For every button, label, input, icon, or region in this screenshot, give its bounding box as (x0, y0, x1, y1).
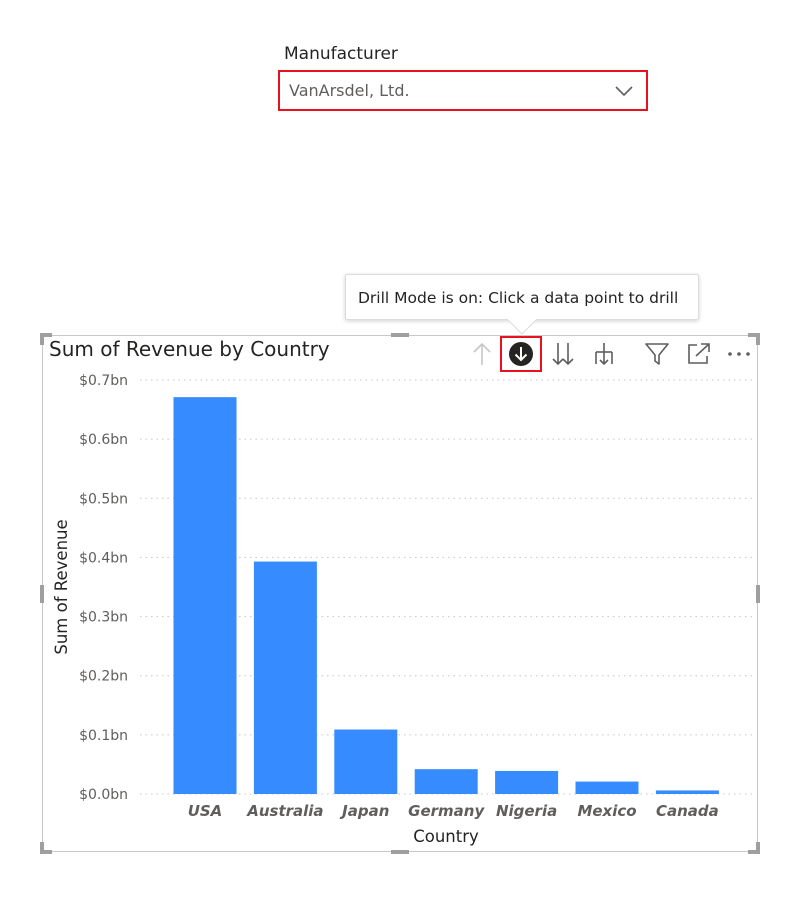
y-tick-label: $0.1bn (79, 728, 128, 744)
x-tick-label: Canada (656, 802, 719, 820)
x-axis-title: Country (413, 827, 479, 846)
x-axis-ticks: USA Australia Japan Germany Nigeria Mexico Can… (188, 802, 719, 820)
x-tick-label: Japan (339, 802, 389, 820)
y-tick-label: $0.6bn (79, 432, 128, 448)
bar-germany[interactable] (414, 769, 478, 794)
bar-usa[interactable] (173, 397, 237, 794)
x-tick-label: Australia (246, 802, 323, 820)
bar-canada[interactable] (655, 790, 719, 794)
bar-australia[interactable] (253, 561, 317, 794)
x-tick-label: USA (188, 802, 223, 820)
y-tick-label: $0.0bn (79, 787, 128, 803)
x-tick-label: Mexico (577, 802, 636, 820)
bar-japan[interactable] (334, 729, 398, 794)
y-axis-title: Sum of Revenue (52, 519, 71, 654)
y-tick-label: $0.7bn (79, 373, 128, 389)
bar-mexico[interactable] (575, 781, 639, 794)
y-tick-label: $0.3bn (79, 610, 128, 626)
y-axis-ticks: $0.0bn $0.1bn $0.2bn $0.3bn $0.4bn $0.5bn $0.6… (79, 373, 128, 803)
x-tick-label: Nigeria (496, 802, 557, 820)
y-tick-label: $0.2bn (79, 669, 128, 685)
y-tick-label: $0.5bn (79, 491, 128, 507)
bar-nigeria[interactable] (495, 770, 559, 794)
bars (173, 397, 719, 794)
y-tick-label: $0.4bn (79, 550, 128, 566)
bar-chart: $0.0bn $0.1bn $0.2bn $0.3bn $0.4bn $0.5bn $0.6… (52, 373, 752, 846)
x-tick-label: Germany (408, 802, 485, 820)
